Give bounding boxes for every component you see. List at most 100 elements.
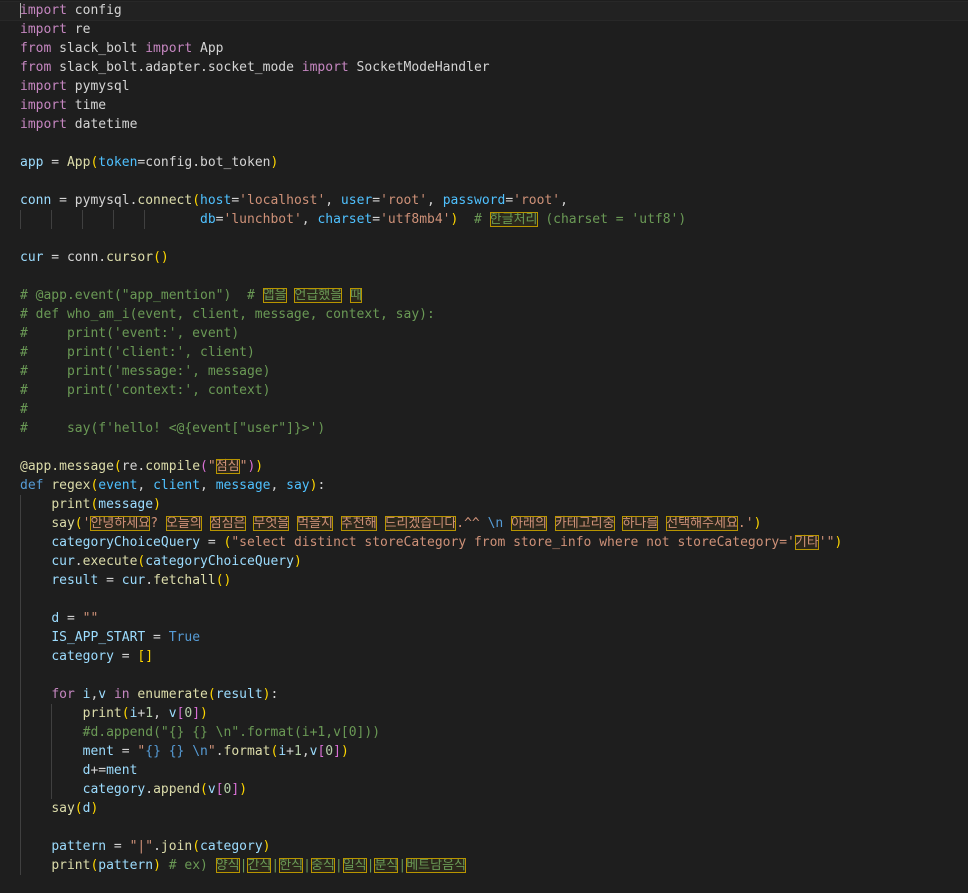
code-token: ) — [834, 535, 843, 550]
code-line[interactable]: result = cur.fetchall() — [20, 571, 231, 590]
code-line[interactable]: # def who_am_i(event, client, message, c… — [20, 305, 435, 324]
code-token: .^^ — [456, 516, 488, 531]
code-token: execute — [82, 554, 138, 569]
code-token: : — [317, 478, 326, 493]
code-token: 양식 — [215, 858, 240, 873]
code-token: # — [474, 212, 490, 227]
current-line-highlight — [0, 1, 968, 21]
code-line[interactable]: # print('event:', event) — [20, 324, 239, 343]
code-line[interactable]: import time — [20, 96, 106, 115]
code-token: ] — [333, 744, 341, 759]
code-token: 선택해주세요 — [666, 516, 738, 531]
code-token: re. — [121, 459, 146, 474]
code-token: pattern — [98, 858, 154, 873]
code-token: # def who_am_i(event, client, message, c… — [20, 307, 435, 322]
code-line[interactable]: category = [] — [20, 647, 153, 666]
code-token: 점심 — [215, 459, 240, 474]
code-token: () — [215, 573, 232, 588]
code-token: join — [160, 839, 193, 854]
code-token: cur — [51, 554, 75, 569]
code-token: # print('context:', context) — [20, 383, 271, 398]
code-token: ) — [153, 858, 161, 873]
code-token: connect — [137, 193, 193, 208]
code-line[interactable]: app = App(token=config.bot_token) — [20, 153, 278, 172]
code-line[interactable]: # — [20, 400, 28, 419]
code-line[interactable]: import config — [20, 1, 122, 20]
code-line[interactable]: say(d) — [20, 799, 98, 818]
code-token: , — [270, 478, 287, 493]
code-token: .' — [737, 516, 754, 531]
code-token: import — [20, 98, 67, 113]
code-token: = — [113, 649, 138, 664]
code-token: app — [20, 155, 44, 170]
code-token: # print('client:', client) — [20, 345, 255, 360]
code-line[interactable]: import datetime — [20, 115, 137, 134]
code-line[interactable]: d+=ment — [20, 761, 138, 780]
code-line[interactable]: def regex(event, client, message, say): — [20, 476, 325, 495]
code-line[interactable]: #d.append("{} {} \n".format(i+1,v[0])) — [20, 723, 380, 742]
code-token: print — [51, 858, 91, 873]
code-line[interactable]: from slack_bolt.adapter.socket_mode impo… — [20, 58, 490, 77]
code-token: ) — [239, 782, 248, 797]
code-token: , — [427, 193, 443, 208]
code-token: ( — [192, 193, 201, 208]
code-line[interactable]: IS_APP_START = True — [20, 628, 200, 647]
code-token: 오늘의 — [165, 516, 202, 531]
code-line[interactable]: categoryChoiceQuery = ("select distinct … — [20, 533, 842, 552]
code-line[interactable]: db='lunchbot', charset='utf8mb4') # 한글처리… — [20, 210, 686, 229]
code-line[interactable]: cur = conn.cursor() — [20, 248, 169, 267]
code-token: 'localhost' — [239, 193, 326, 208]
code-token: += — [90, 763, 107, 778]
code-token: App — [66, 155, 91, 170]
code-token: message — [215, 478, 271, 493]
code-token: ) — [262, 687, 271, 702]
code-token: 0 — [325, 744, 334, 759]
code-token: # @app.event("app_mention") # — [20, 288, 263, 303]
code-line[interactable]: print(i+1, v[0]) — [20, 704, 208, 723]
code-token: = — [59, 611, 83, 626]
code-line[interactable]: # print('context:', context) — [20, 381, 270, 400]
code-line[interactable]: # print('message:', message) — [20, 362, 270, 381]
code-token: time — [66, 98, 107, 113]
code-token: 'utf8mb4' — [380, 212, 451, 227]
code-line[interactable]: import re — [20, 20, 90, 39]
code-token: @app.message — [20, 459, 114, 474]
code-token: v — [207, 782, 216, 797]
code-line[interactable]: import pymysql — [20, 77, 130, 96]
code-token: 추천해 — [340, 516, 377, 531]
code-token: compile — [145, 459, 201, 474]
code-line[interactable]: from slack_bolt import App — [20, 39, 224, 58]
code-token: 베트남음식 — [406, 858, 467, 873]
code-line[interactable]: # say(f'hello! <@{event["user"]}>') — [20, 419, 325, 438]
code-line[interactable]: ment = "{} {} \n".format(i+1,v[0]) — [20, 742, 349, 761]
code-line[interactable]: @app.message(re.compile("점심")) — [20, 457, 263, 476]
code-line[interactable]: conn = pymysql.connect(host='localhost',… — [20, 191, 568, 210]
code-line[interactable]: print(message) — [20, 495, 161, 514]
code-token: pymysql — [66, 79, 130, 94]
code-token: db — [200, 212, 216, 227]
code-token: ] — [231, 782, 240, 797]
code-line[interactable]: d = "" — [20, 609, 98, 628]
code-line[interactable]: cur.execute(categoryChoiceQuery) — [20, 552, 301, 571]
code-line[interactable]: # print('client:', client) — [20, 343, 255, 362]
code-token: re — [66, 22, 91, 37]
code-line[interactable]: print(pattern) # ex) 양식|간식|한식|중식|일식|분식|베… — [20, 856, 467, 875]
code-token: " — [207, 459, 216, 474]
code-editor[interactable]: import config import re from slack_bolt im… — [0, 0, 968, 893]
code-token: [ — [215, 782, 224, 797]
code-token: ( — [113, 459, 122, 474]
code-line[interactable]: pattern = "|".join(category) — [20, 837, 270, 856]
code-line[interactable]: # @app.event("app_mention") # 앱을 언급했을 때 — [20, 286, 363, 305]
code-line[interactable]: category.append(v[0]) — [20, 780, 247, 799]
code-line[interactable]: for i,v in enumerate(result): — [20, 685, 278, 704]
code-line[interactable]: say('안녕하세요? 오늘의 점심은 무엇을 먹을지 추천해 드리겠습니다.^… — [20, 514, 761, 533]
code-token: import — [20, 79, 67, 94]
